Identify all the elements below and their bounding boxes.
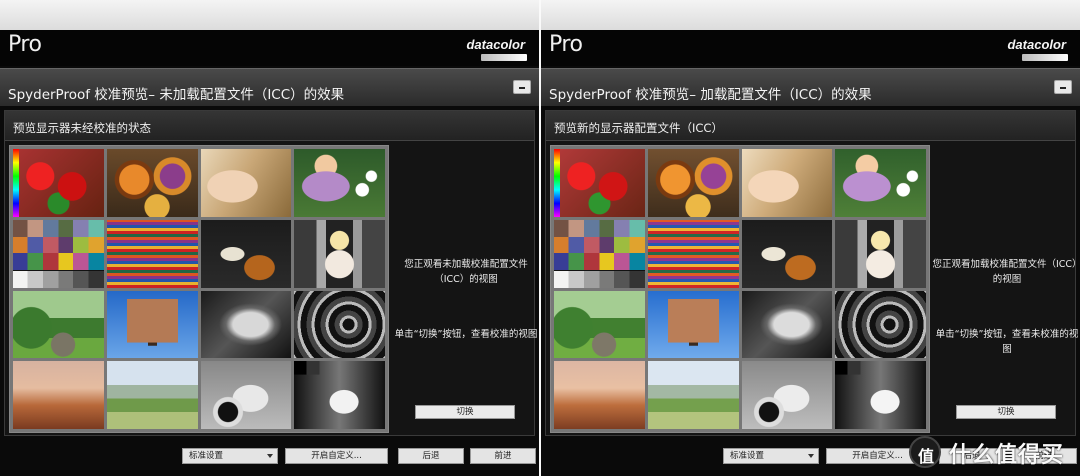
back-button[interactable]: 后退 bbox=[398, 448, 464, 464]
sample-image-staircase bbox=[294, 290, 385, 359]
sample-image-grid bbox=[9, 145, 389, 433]
watermark-text: 什么值得买 bbox=[949, 443, 1065, 468]
sample-image-threads bbox=[106, 219, 198, 288]
sample-image-portrait bbox=[200, 149, 292, 217]
window-top-strip bbox=[0, 0, 539, 30]
sample-image-colorchecker bbox=[13, 219, 104, 288]
subheader: 预览显示器未经校准的状态 bbox=[5, 111, 534, 141]
sample-image-peppers bbox=[554, 149, 645, 217]
minimize-button[interactable] bbox=[513, 80, 531, 94]
title-bar: SpyderProof 校准预览– 加载配置文件（ICC）的效果 bbox=[541, 68, 1080, 106]
sample-image-sunset bbox=[554, 361, 645, 429]
info-current-view: 您正观看加载校准配置文件（ICC）的视图 bbox=[932, 259, 1080, 285]
sample-image-grayscale-test bbox=[294, 361, 385, 429]
settings-select-value: 标准设置 bbox=[730, 451, 765, 461]
left-window: Pro datacolor SpyderProof 校准预览– 未加载配置文件（… bbox=[0, 0, 539, 476]
title-bar: SpyderProof 校准预览– 未加载配置文件（ICC）的效果 bbox=[0, 68, 539, 106]
settings-select-value: 标准设置 bbox=[189, 451, 224, 461]
app-header: Pro datacolor bbox=[541, 30, 1080, 66]
page-title: SpyderProof 校准预览– 加载配置文件（ICC）的效果 bbox=[549, 87, 872, 103]
settings-select[interactable]: 标准设置 bbox=[723, 448, 819, 464]
info-toggle-hint: 单击“切换”按钮，查看校准的视图 bbox=[394, 329, 538, 340]
settings-select[interactable]: 标准设置 bbox=[182, 448, 278, 464]
preview-content: 预览显示器未经校准的状态 您正观看未加载校准配置文件（ICC）的视图 单击“切换… bbox=[4, 110, 537, 436]
sample-image-girl-flowers bbox=[835, 149, 926, 217]
toggle-button[interactable]: 切换 bbox=[956, 405, 1056, 419]
brand-logo: datacolor bbox=[466, 37, 525, 52]
brand-bar bbox=[1022, 54, 1068, 61]
watermark-logo-icon: 值 bbox=[909, 436, 941, 468]
sample-image-church bbox=[647, 290, 739, 359]
preview-subtitle: 预览显示器未经校准的状态 bbox=[13, 121, 151, 135]
minimize-button[interactable] bbox=[1054, 80, 1072, 94]
brand-bar bbox=[481, 54, 527, 61]
sample-image-garden bbox=[13, 290, 104, 359]
brand-logo: datacolor bbox=[1007, 37, 1066, 52]
info-toggle-hint: 单击“切换”按钮，查看未校准的视图 bbox=[935, 329, 1079, 355]
page-title: SpyderProof 校准预览– 未加载配置文件（ICC）的效果 bbox=[8, 87, 345, 103]
sample-image-face-bw bbox=[741, 290, 833, 359]
chevron-down-icon bbox=[808, 454, 814, 458]
sample-image-musician bbox=[741, 219, 833, 288]
toggle-button[interactable]: 切换 bbox=[415, 405, 515, 419]
sample-image-peppers bbox=[13, 149, 104, 217]
next-button[interactable]: 前进 bbox=[470, 448, 536, 464]
watermark-logo-char: 值 bbox=[918, 447, 935, 466]
sample-image-face-bw bbox=[200, 290, 292, 359]
sample-image-church bbox=[106, 290, 198, 359]
sample-image-scooter-bw bbox=[200, 361, 292, 429]
preview-content: 预览新的显示器配置文件（ICC） 您正观看加载校准配置文件（ICC）的视图 单击… bbox=[545, 110, 1080, 436]
footer-bar: 标准设置 开启自定义... 后退 前进 bbox=[0, 440, 539, 476]
subheader: 预览新的显示器配置文件（ICC） bbox=[546, 111, 1075, 141]
sample-image-hills bbox=[647, 361, 739, 429]
sample-image-musician bbox=[200, 219, 292, 288]
sample-image-bowls bbox=[106, 149, 198, 217]
sample-image-grid bbox=[550, 145, 930, 433]
preview-subtitle: 预览新的显示器配置文件（ICC） bbox=[554, 121, 723, 135]
sample-image-portrait bbox=[741, 149, 833, 217]
sample-image-scooter-bw bbox=[741, 361, 833, 429]
window-top-strip bbox=[541, 0, 1080, 30]
sample-image-grayscale-test bbox=[835, 361, 926, 429]
app-name: Pro bbox=[549, 32, 583, 57]
sample-image-marilyn bbox=[294, 219, 385, 288]
site-watermark: 值 什么值得买 bbox=[905, 434, 1075, 470]
app-header: Pro datacolor bbox=[0, 30, 539, 66]
sample-image-staircase bbox=[835, 290, 926, 359]
right-window: Pro datacolor SpyderProof 校准预览– 加载配置文件（I… bbox=[541, 0, 1080, 476]
sample-image-threads bbox=[647, 219, 739, 288]
sample-image-colorchecker bbox=[554, 219, 645, 288]
sample-image-sunset bbox=[13, 361, 104, 429]
sample-image-bowls bbox=[647, 149, 739, 217]
info-current-view: 您正观看未加载校准配置文件（ICC）的视图 bbox=[404, 259, 528, 285]
chevron-down-icon bbox=[267, 454, 273, 458]
sample-image-girl-flowers bbox=[294, 149, 385, 217]
app-name: Pro bbox=[8, 32, 42, 57]
sample-image-marilyn bbox=[835, 219, 926, 288]
sample-image-garden bbox=[554, 290, 645, 359]
custom-button[interactable]: 开启自定义... bbox=[285, 448, 388, 464]
sample-image-hills bbox=[106, 361, 198, 429]
